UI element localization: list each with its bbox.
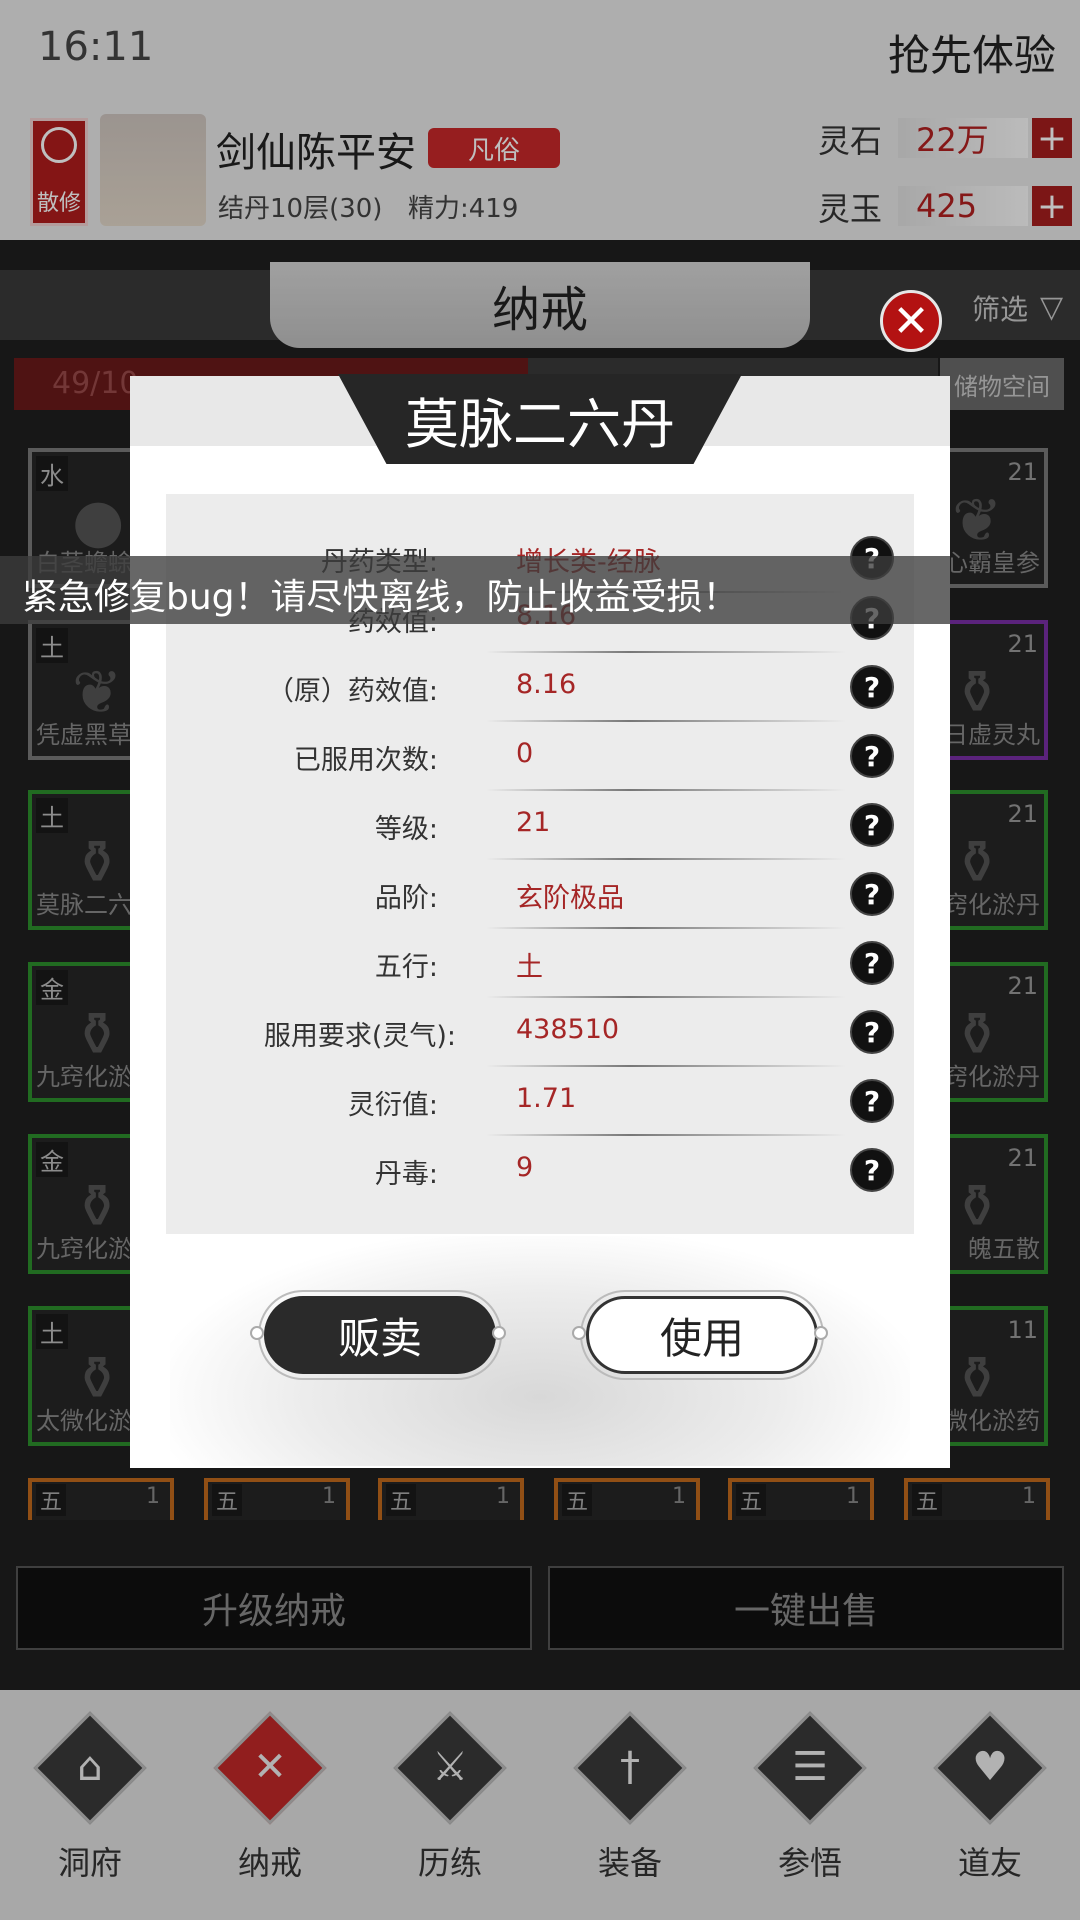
help-icon[interactable]: ?: [850, 1010, 894, 1054]
use-button-label: 使用: [586, 1296, 818, 1374]
info-row: （原）药效值: 8.16 ?: [166, 659, 914, 728]
info-value: 8.16: [516, 669, 577, 700]
help-icon[interactable]: ?: [850, 1148, 894, 1192]
info-value: 玄阶极品: [516, 883, 624, 914]
button-ornament: [814, 1326, 828, 1340]
info-label: （原）药效值:: [266, 676, 438, 707]
announcement-text: 紧急修复bug！请尽快离线，防止收益受损！: [22, 577, 739, 618]
info-label: 五行:: [374, 952, 438, 983]
info-value: 21: [516, 807, 551, 838]
row-divider: [486, 858, 846, 860]
button-ornament: [572, 1326, 586, 1340]
close-button[interactable]: ✕: [880, 290, 942, 352]
info-row: 品阶: 玄阶极品 ?: [166, 866, 914, 935]
modal-title: 莫脉二六丹: [405, 393, 675, 456]
info-row: 服用要求(灵气): 438510 ?: [166, 1004, 914, 1073]
button-ornament: [250, 1326, 264, 1340]
row-divider: [486, 789, 846, 791]
info-value: 9: [516, 1152, 534, 1183]
button-ornament: [492, 1326, 506, 1340]
row-divider: [486, 996, 846, 998]
info-label: 丹毒:: [374, 1159, 438, 1190]
info-value: 0: [516, 738, 534, 769]
help-icon[interactable]: ?: [850, 803, 894, 847]
row-divider: [486, 651, 846, 653]
row-divider: [486, 720, 846, 722]
help-icon[interactable]: ?: [850, 665, 894, 709]
info-row: 等级: 21 ?: [166, 797, 914, 866]
item-detail-modal: 莫脉二六丹 丹药类型: 增长类-经脉 ? 药效值: 8.16 ? （原）药效值:…: [130, 374, 950, 1468]
info-row: 灵衍值: 1.71 ?: [166, 1073, 914, 1142]
help-icon[interactable]: ?: [850, 941, 894, 985]
info-label: 服用要求(灵气):: [263, 1021, 456, 1052]
info-value: 438510: [516, 1014, 620, 1045]
row-divider: [486, 1134, 846, 1136]
row-divider: [486, 1065, 846, 1067]
info-row: 已服用次数: 0 ?: [166, 728, 914, 797]
help-icon[interactable]: ?: [850, 1079, 894, 1123]
info-row: 五行: 土 ?: [166, 935, 914, 1004]
info-label: 等级:: [374, 814, 438, 845]
row-divider: [486, 927, 846, 929]
announcement-banner: 紧急修复bug！请尽快离线，防止收益受损！: [0, 556, 950, 624]
help-icon[interactable]: ?: [850, 872, 894, 916]
info-value: 1.71: [516, 1083, 577, 1114]
info-label: 品阶:: [374, 883, 438, 914]
info-label: 已服用次数:: [293, 745, 438, 776]
sell-button[interactable]: 贩卖: [258, 1290, 502, 1380]
sell-button-label: 贩卖: [264, 1296, 496, 1374]
help-icon[interactable]: ?: [850, 734, 894, 778]
info-row: 丹毒: 9 ?: [166, 1142, 914, 1211]
info-value: 土: [516, 952, 543, 983]
info-label: 灵衍值:: [347, 1090, 438, 1121]
use-button[interactable]: 使用: [580, 1290, 824, 1380]
